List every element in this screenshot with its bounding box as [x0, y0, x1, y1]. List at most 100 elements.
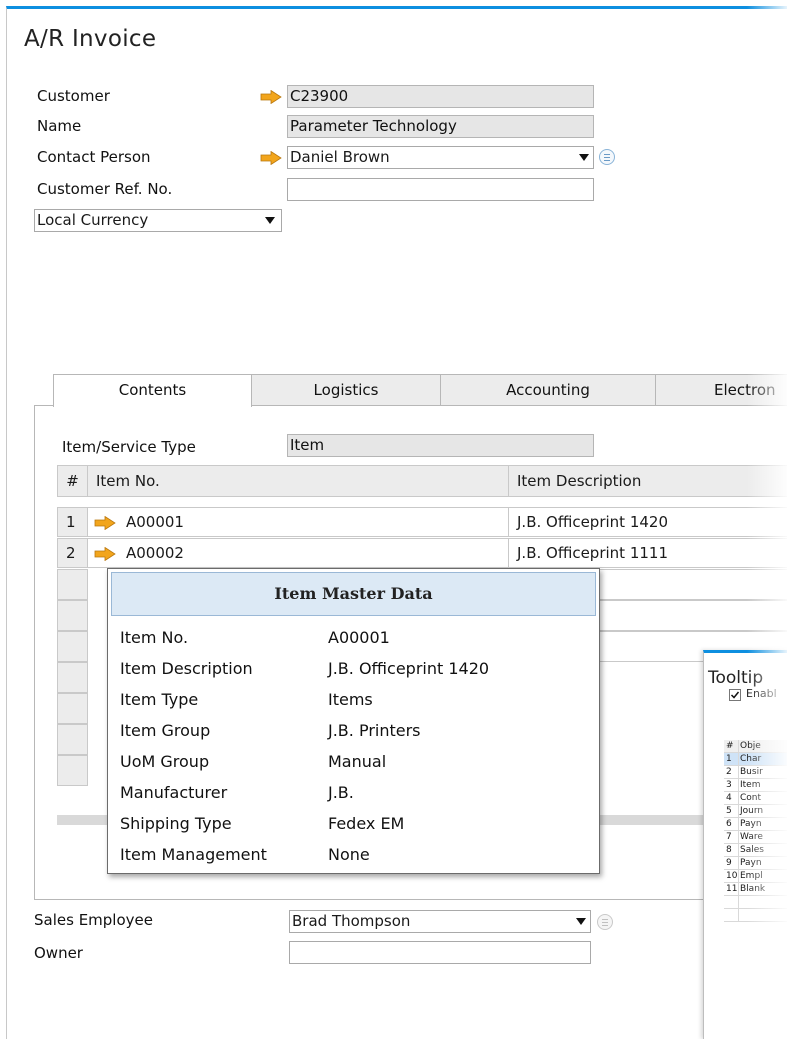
row-object: Sales — [740, 845, 764, 855]
popup-value: None — [328, 845, 370, 864]
name-field[interactable]: Parameter Technology — [287, 115, 594, 138]
tab-logistics[interactable]: Logistics — [251, 374, 441, 406]
list-item[interactable]: 2 Busir — [724, 766, 787, 779]
enable-checkbox-label: Enabl — [746, 687, 777, 700]
contact-link-arrow-icon[interactable] — [260, 151, 282, 165]
tooltip-window-title: Tooltip — [708, 668, 764, 688]
customer-ref-field[interactable] — [287, 178, 594, 201]
popup-label: Shipping Type — [120, 814, 232, 833]
list-item[interactable] — [724, 896, 787, 909]
row-num[interactable] — [57, 724, 88, 755]
list-item[interactable]: 11 Blank — [724, 883, 787, 896]
contact-person-label: Contact Person — [37, 148, 151, 166]
popup-label: Item Type — [120, 690, 199, 709]
popup-value: Fedex EM — [328, 814, 405, 833]
owner-field[interactable] — [289, 941, 591, 964]
popup-label: Item Management — [120, 845, 267, 864]
currency-select[interactable]: Local Currency — [34, 209, 282, 232]
name-label: Name — [37, 117, 82, 135]
list-item[interactable]: 7 Ware — [724, 831, 787, 844]
popup-label: Item No. — [120, 628, 189, 647]
row-num: 2 — [724, 766, 739, 779]
row-object: Item — [740, 780, 761, 790]
enable-checkbox[interactable] — [729, 689, 741, 701]
list-item[interactable] — [724, 909, 787, 922]
tab-electronic[interactable]: Electron — [655, 374, 787, 406]
contact-person-select[interactable]: Daniel Brown — [287, 146, 594, 169]
dropdown-triangle-icon[interactable] — [579, 154, 589, 161]
row-num[interactable] — [57, 755, 88, 786]
row-num[interactable] — [57, 693, 88, 724]
row-object: Busir — [740, 767, 763, 777]
row-num: 9 — [724, 857, 739, 870]
row-num: 7 — [724, 831, 739, 844]
tab-accounting[interactable]: Accounting — [440, 374, 656, 406]
row-num[interactable] — [57, 631, 88, 662]
dropdown-triangle-icon[interactable] — [265, 217, 275, 224]
col-header-num[interactable]: # — [57, 465, 88, 497]
window-title: A/R Invoice — [24, 26, 157, 52]
row-num[interactable] — [57, 600, 88, 631]
customer-ref-label: Customer Ref. No. — [37, 180, 173, 198]
sales-employee-value: Brad Thompson — [292, 912, 411, 930]
dropdown-triangle-icon[interactable] — [576, 918, 586, 925]
item-desc-cell[interactable]: J.B. Officeprint 1111 — [508, 538, 787, 568]
row-object: Cont — [740, 793, 762, 803]
customer-link-arrow-icon[interactable] — [260, 90, 282, 104]
row-object: Char — [740, 754, 762, 764]
row-num: 5 — [724, 805, 739, 818]
item-link-arrow-icon[interactable] — [94, 547, 116, 561]
grid-header[interactable]: # Obje — [724, 740, 787, 753]
list-item[interactable]: 3 Item — [724, 779, 787, 792]
row-num: 11 — [726, 883, 739, 896]
item-desc-cell[interactable]: J.B. Officeprint 1420 — [508, 507, 787, 537]
popup-label: Manufacturer — [120, 783, 228, 802]
row-num[interactable] — [57, 662, 88, 693]
list-item[interactable]: 1 Char — [724, 753, 787, 766]
item-master-data-tooltip: Item Master Data Item No. A00001 Item De… — [107, 568, 600, 874]
popup-value: A00001 — [328, 628, 390, 647]
owner-label: Owner — [34, 944, 83, 962]
list-item[interactable]: 4 Cont — [724, 792, 787, 805]
row-num: 1 — [724, 753, 739, 766]
list-item[interactable]: 5 Journ — [724, 805, 787, 818]
row-object: Empl — [740, 871, 763, 881]
tab-contents[interactable]: Contents — [53, 374, 252, 407]
popup-value: Items — [328, 690, 373, 709]
row-num: 8 — [724, 844, 739, 857]
item-link-arrow-icon[interactable] — [94, 516, 116, 530]
list-item[interactable]: 8 Sales — [724, 844, 787, 857]
popup-value: J.B. — [328, 783, 354, 802]
row-object: Blank — [740, 884, 766, 894]
popup-label: Item Description — [120, 659, 253, 678]
popup-value: Manual — [328, 752, 387, 771]
item-service-type-label: Item/Service Type — [62, 438, 196, 456]
row-num: 6 — [724, 818, 739, 831]
list-item[interactable]: 6 Payn — [724, 818, 787, 831]
table-row[interactable]: A00002 — [87, 538, 509, 568]
col-header-object: Obje — [740, 741, 761, 751]
popup-label: UoM Group — [120, 752, 210, 771]
customer-field[interactable]: C23900 — [287, 85, 594, 108]
choose-from-list-icon[interactable] — [597, 914, 613, 930]
customer-label: Customer — [37, 87, 110, 105]
item-service-type-field[interactable]: Item — [287, 434, 594, 457]
item-no-cell: A00001 — [126, 513, 184, 531]
choose-from-list-icon[interactable] — [599, 149, 615, 165]
row-num[interactable]: 2 — [57, 538, 88, 568]
row-num[interactable]: 1 — [57, 507, 88, 537]
col-header-item-no[interactable]: Item No. — [87, 465, 509, 497]
row-object: Ware — [740, 832, 763, 842]
row-num[interactable] — [57, 569, 88, 600]
row-object: Journ — [740, 806, 764, 816]
popup-value: J.B. Officeprint 1420 — [328, 659, 490, 678]
contact-person-value: Daniel Brown — [290, 148, 390, 166]
row-num: 4 — [724, 792, 739, 805]
sales-employee-select[interactable]: Brad Thompson — [289, 910, 591, 933]
col-header-item-desc[interactable]: Item Description — [508, 465, 787, 497]
list-item[interactable]: 10 Empl — [724, 870, 787, 883]
list-item[interactable]: 9 Payn — [724, 857, 787, 870]
checkmark-icon — [730, 691, 740, 699]
popup-value: J.B. Printers — [328, 721, 421, 740]
table-row[interactable]: A00001 — [87, 507, 509, 537]
